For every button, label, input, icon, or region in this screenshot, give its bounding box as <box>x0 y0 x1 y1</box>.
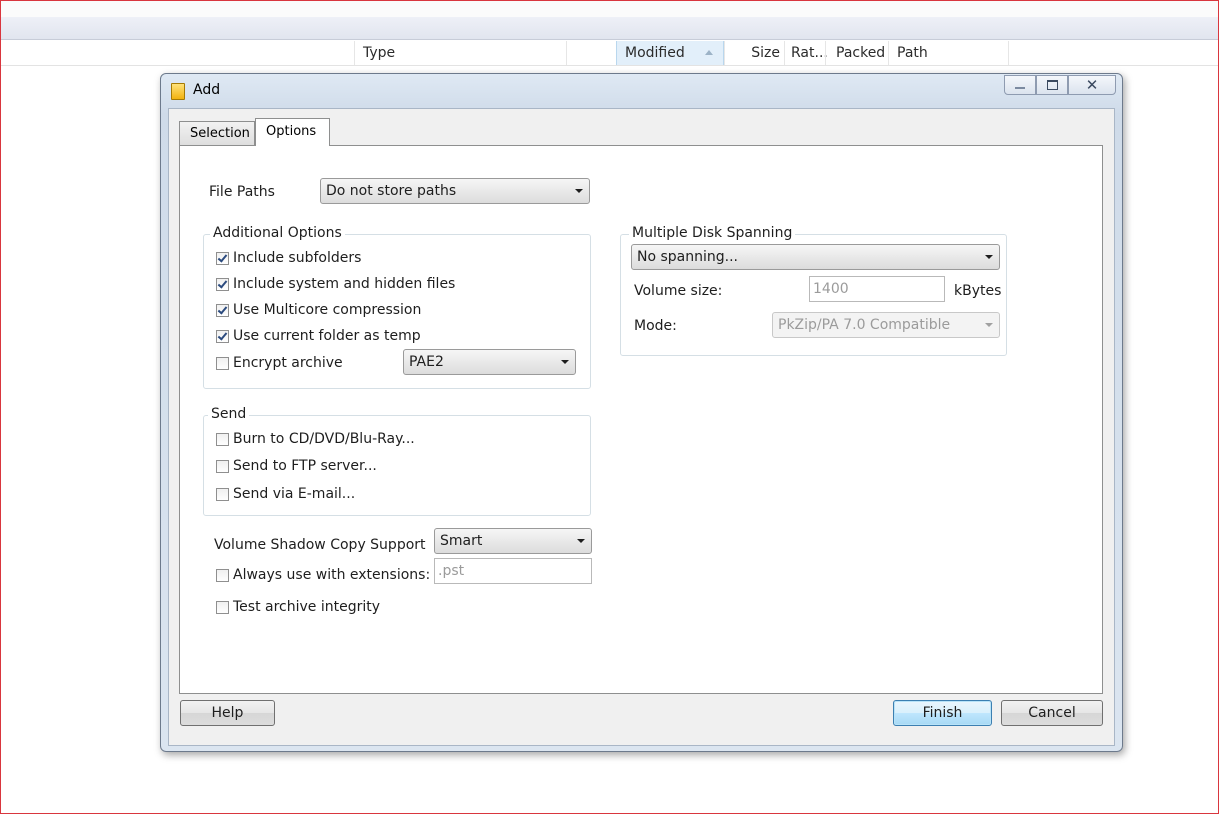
current-folder-temp-checkbox[interactable]: Use current folder as temp <box>216 327 421 345</box>
maximize-icon <box>1046 80 1058 90</box>
dialog-titlebar[interactable]: Add ✕ <box>161 74 1122 106</box>
test-integrity-label: Test archive integrity <box>233 599 381 615</box>
file-paths-value: Do not store paths <box>326 183 457 199</box>
cancel-label: Cancel <box>1028 705 1076 721</box>
additional-options-group: Additional Options Include subfolders In… <box>203 225 591 389</box>
checkbox-box <box>216 568 229 582</box>
send-ftp-checkbox[interactable]: Send to FTP server... <box>216 457 377 475</box>
column-size[interactable]: Size <box>724 41 784 65</box>
encrypt-archive-label: Encrypt archive <box>233 355 343 371</box>
dialog-client: Selection Options File Paths Do not stor… <box>168 108 1115 746</box>
background-title-strip <box>1 1 1218 18</box>
multicore-compression-label: Use Multicore compression <box>233 302 422 318</box>
tab-options[interactable]: Options <box>255 118 330 146</box>
column-path-label: Path <box>897 45 928 61</box>
background-toolbar <box>1 17 1218 40</box>
dialog-title: Add <box>193 82 221 98</box>
column-blank-2 <box>1008 41 1217 65</box>
checkbox-box <box>216 329 229 343</box>
column-size-label: Size <box>751 45 780 61</box>
chevron-down-icon <box>985 323 993 327</box>
burn-disc-label: Burn to CD/DVD/Blu-Ray... <box>233 431 415 447</box>
column-packed-label: Packed <box>836 45 886 61</box>
send-title: Send <box>208 406 250 422</box>
disk-spanning-group: Multiple Disk Spanning No spanning... Vo… <box>620 225 1007 356</box>
chevron-down-icon <box>575 189 583 193</box>
send-ftp-label: Send to FTP server... <box>233 458 377 474</box>
multicore-compression-checkbox[interactable]: Use Multicore compression <box>216 301 421 319</box>
help-button[interactable]: Help <box>180 700 275 726</box>
checkbox-box <box>216 251 229 265</box>
encrypt-archive-checkbox[interactable]: Encrypt archive <box>216 354 343 372</box>
current-folder-temp-label: Use current folder as temp <box>233 328 421 344</box>
checkbox-box <box>216 356 229 370</box>
volume-size-field[interactable]: 1400 <box>809 276 945 302</box>
shadow-copy-select[interactable]: Smart <box>434 528 592 554</box>
checkbox-box <box>216 487 229 501</box>
burn-disc-checkbox[interactable]: Burn to CD/DVD/Blu-Ray... <box>216 430 415 448</box>
column-ratio[interactable]: Rat... <box>784 41 828 65</box>
send-group: Send Burn to CD/DVD/Blu-Ray... Send to F… <box>203 406 591 516</box>
minimize-icon <box>1015 87 1025 89</box>
column-path[interactable]: Path <box>888 41 1008 65</box>
sort-ascending-icon <box>705 50 713 55</box>
send-email-checkbox[interactable]: Send via E-mail... <box>216 485 355 503</box>
add-dialog: Add ✕ Selection Options File Paths Do no… <box>160 73 1123 752</box>
shadow-copy-value: Smart <box>440 533 483 549</box>
close-icon: ✕ <box>1085 76 1099 94</box>
additional-options-title: Additional Options <box>210 225 345 241</box>
always-use-extensions-checkbox[interactable]: Always use with extensions: <box>216 566 430 584</box>
volume-unit-label: kBytes <box>954 283 1002 299</box>
column-type[interactable]: Type <box>354 41 566 65</box>
checkbox-box <box>216 303 229 317</box>
include-subfolders-label: Include subfolders <box>233 250 362 266</box>
column-blank[interactable] <box>566 41 616 65</box>
extensions-placeholder: .pst <box>438 563 465 579</box>
column-type-label: Type <box>363 45 396 61</box>
help-label: Help <box>211 705 244 721</box>
include-hidden-files-label: Include system and hidden files <box>233 276 456 292</box>
minimize-button[interactable] <box>1004 75 1036 95</box>
volume-size-label: Volume size: <box>634 283 723 299</box>
encryption-method-select[interactable]: PAE2 <box>403 349 576 375</box>
file-list-header: Type Modified Size Rat... Packed Path <box>1 41 1218 66</box>
spanning-select[interactable]: No spanning... <box>631 244 1000 270</box>
close-button[interactable]: ✕ <box>1068 75 1116 95</box>
column-packed[interactable]: Packed <box>825 41 888 65</box>
file-paths-select[interactable]: Do not store paths <box>320 178 590 204</box>
column-ratio-label: Rat... <box>791 45 828 61</box>
always-use-extensions-label: Always use with extensions: <box>233 567 431 583</box>
mode-label: Mode: <box>634 318 677 334</box>
chevron-down-icon <box>985 255 993 259</box>
send-email-label: Send via E-mail... <box>233 486 356 502</box>
chevron-down-icon <box>561 360 569 364</box>
volume-size-value: 1400 <box>813 281 849 297</box>
encryption-method-value: PAE2 <box>409 354 444 370</box>
mode-select: PkZip/PA 7.0 Compatible <box>772 312 1000 338</box>
extensions-field[interactable]: .pst <box>434 558 592 584</box>
checkbox-box <box>216 600 229 614</box>
column-modified-label: Modified <box>625 45 685 61</box>
maximize-button[interactable] <box>1036 75 1068 95</box>
chevron-down-icon <box>577 539 585 543</box>
caption-buttons: ✕ <box>1004 75 1116 95</box>
archive-icon <box>171 83 185 100</box>
column-modified[interactable]: Modified <box>616 41 724 65</box>
mode-value: PkZip/PA 7.0 Compatible <box>778 317 951 333</box>
finish-label: Finish <box>922 705 963 721</box>
test-integrity-checkbox[interactable]: Test archive integrity <box>216 598 380 616</box>
finish-button[interactable]: Finish <box>893 700 992 726</box>
include-subfolders-checkbox[interactable]: Include subfolders <box>216 249 361 267</box>
checkbox-box <box>216 277 229 291</box>
shadow-copy-label: Volume Shadow Copy Support <box>214 537 426 553</box>
cancel-button[interactable]: Cancel <box>1001 700 1103 726</box>
spanning-value: No spanning... <box>637 249 738 265</box>
include-hidden-files-checkbox[interactable]: Include system and hidden files <box>216 275 455 293</box>
options-page: File Paths Do not store paths Additional… <box>179 145 1103 694</box>
tab-selection[interactable]: Selection <box>179 121 255 145</box>
checkbox-box <box>216 432 229 446</box>
checkbox-box <box>216 459 229 473</box>
disk-spanning-title: Multiple Disk Spanning <box>629 225 796 241</box>
file-paths-label: File Paths <box>209 184 275 200</box>
